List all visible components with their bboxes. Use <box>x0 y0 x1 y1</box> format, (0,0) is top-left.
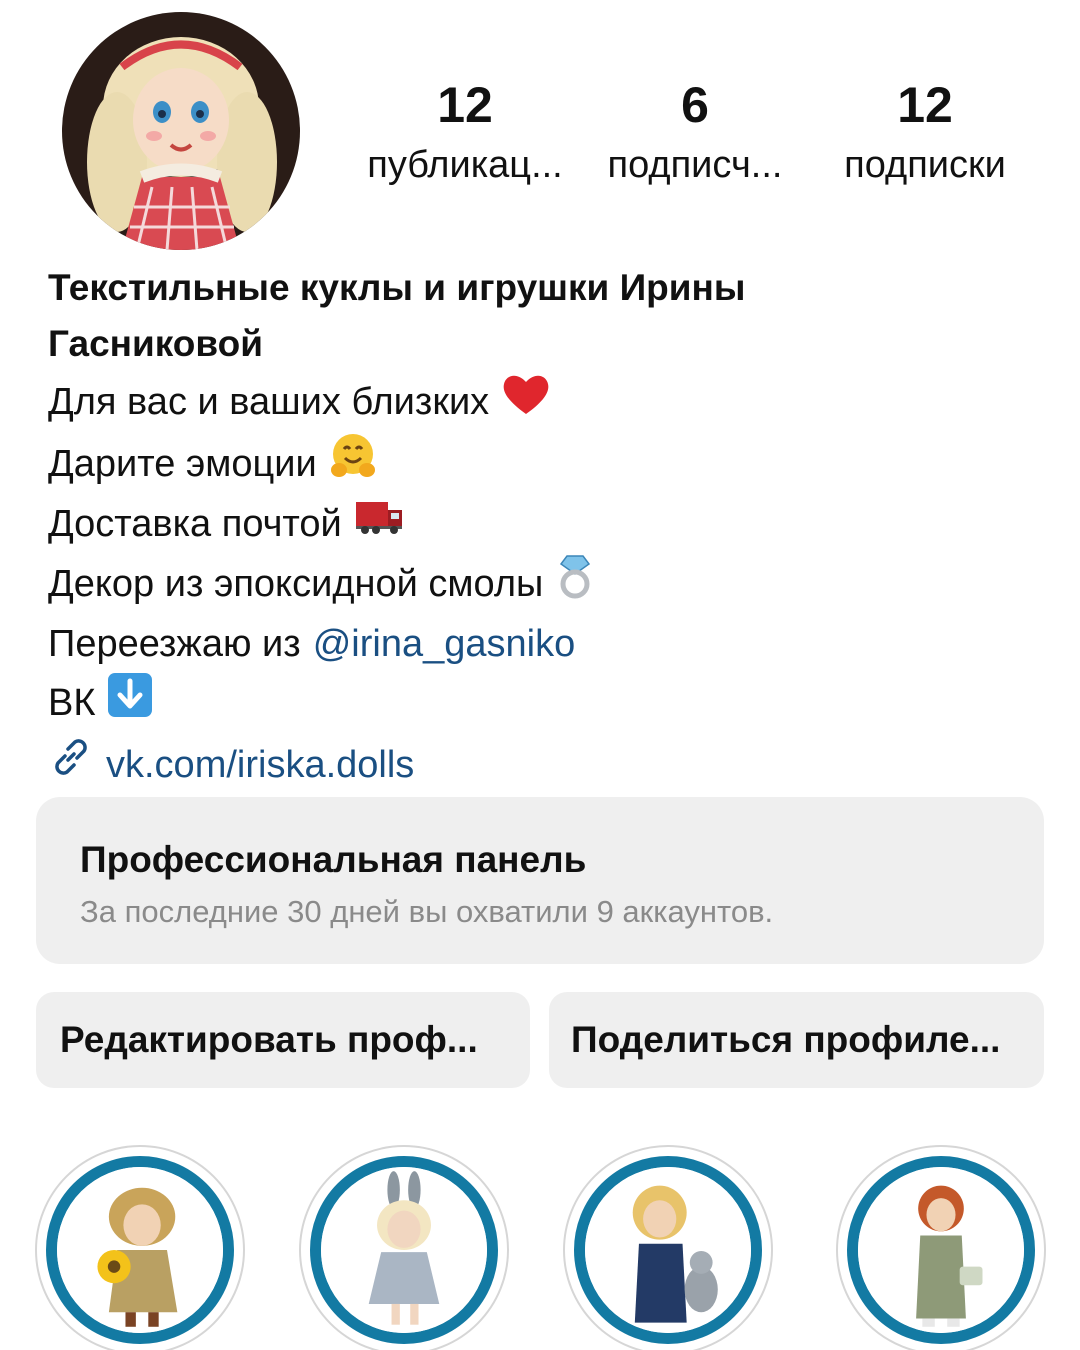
stat-following[interactable]: 12 подписки <box>810 74 1040 194</box>
share-profile-button[interactable]: Поделиться профиле... <box>549 992 1044 1088</box>
professional-dashboard[interactable]: Профессиональная панель За последние 30 … <box>36 797 1044 964</box>
stat-following-label: подписки <box>844 144 1006 186</box>
link-text: vk.com/iriska.dolls <box>106 744 415 786</box>
bio-moving-line: Переезжаю из @irina_gasniko <box>48 616 1038 672</box>
truck-icon <box>354 496 404 552</box>
bio-moving-text: Переезжаю из <box>48 623 301 665</box>
bio-line-text: Декор из эпоксидной смолы <box>48 563 544 605</box>
heart-icon <box>501 372 551 432</box>
ring-icon <box>555 552 595 616</box>
bio-line: Доставка почтой <box>48 496 1038 552</box>
bio-line-text: Дарите эмоции <box>48 443 317 485</box>
profile-bio: Текстильные куклы и игрушки Ирины Гасник… <box>48 260 1038 796</box>
highlight-cover <box>574 1156 762 1344</box>
professional-dashboard-subtitle: За последние 30 дней вы охватили 9 аккау… <box>80 894 774 929</box>
story-highlight[interactable] <box>299 1145 509 1350</box>
story-highlight[interactable] <box>563 1145 773 1350</box>
bio-vk-line: ВК <box>48 672 1038 734</box>
profile-page: 12 публикац... 6 подписч... 12 подписки … <box>0 0 1080 1350</box>
bio-line: Дарите эмоции <box>48 432 1038 496</box>
bio-vk-text: ВК <box>48 682 96 724</box>
profile-stats: 12 публикац... 6 подписч... 12 подписки <box>350 74 1040 194</box>
story-highlight[interactable] <box>836 1145 1046 1350</box>
down-arrow-icon <box>107 672 153 734</box>
highlight-cover <box>847 1156 1035 1344</box>
bio-line: Декор из эпоксидной смолы <box>48 552 1038 616</box>
highlight-cover <box>46 1156 234 1344</box>
stat-following-count: 12 <box>897 77 953 133</box>
stat-followers-count: 6 <box>681 77 709 133</box>
stat-posts[interactable]: 12 публикац... <box>350 74 580 194</box>
highlight-cover <box>310 1156 498 1344</box>
stat-followers[interactable]: 6 подписч... <box>580 74 810 194</box>
profile-avatar[interactable] <box>62 12 300 250</box>
bio-line-text: Доставка почтой <box>48 503 342 545</box>
bio-line: Для вас и ваших близких <box>48 372 1038 432</box>
bio-line-text: Для вас и ваших близких <box>48 381 490 423</box>
edit-profile-button[interactable]: Редактировать проф... <box>36 992 530 1088</box>
professional-dashboard-title: Профессиональная панель <box>80 839 587 880</box>
hugging-face-icon <box>329 432 377 496</box>
external-link[interactable]: vk.com/iriska.dolls <box>48 734 1038 796</box>
profile-name: Текстильные куклы и игрушки Ирины Гасник… <box>48 267 746 364</box>
stat-posts-label: публикац... <box>367 144 563 186</box>
stat-posts-count: 12 <box>437 77 493 133</box>
story-highlight[interactable] <box>35 1145 245 1350</box>
link-icon <box>48 734 94 796</box>
stat-followers-label: подписч... <box>607 144 783 186</box>
mention-link[interactable]: @irina_gasniko <box>313 616 576 672</box>
